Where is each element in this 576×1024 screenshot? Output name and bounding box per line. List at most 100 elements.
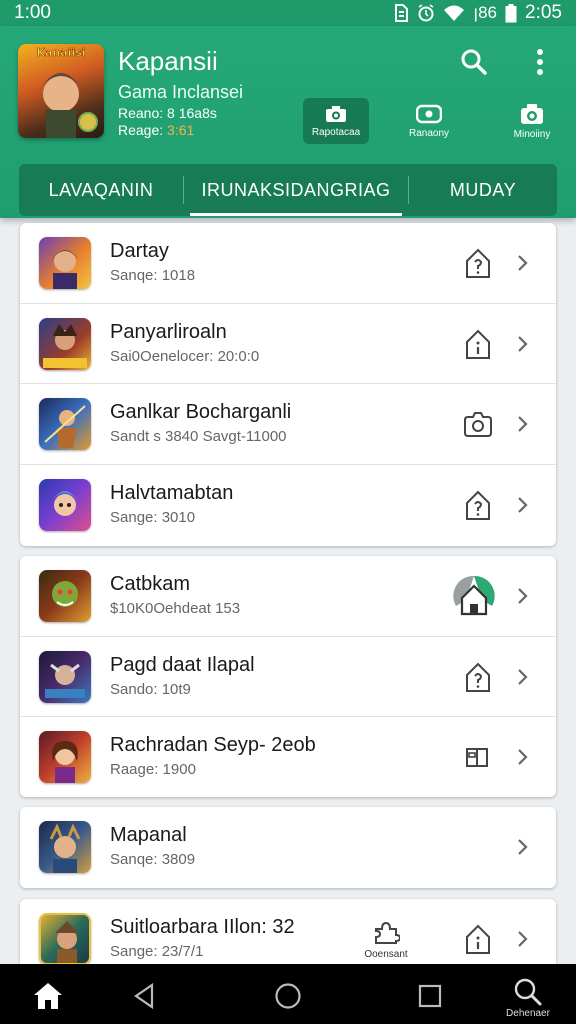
door-icon[interactable] [460,739,496,775]
app-subtitle: Gama Inclansei [118,82,244,102]
list-item[interactable]: Halvtamabtan Sange: 3010 [20,465,556,546]
list-item[interactable]: Mapanal Sanqe: 3809 [20,807,556,888]
game-thumbnail [39,913,91,964]
search-icon [461,49,487,75]
game-thumbnail [39,317,91,370]
house-badge-icon[interactable] [450,572,498,620]
character-icon [52,581,78,607]
list-item[interactable]: Rachradan Seyp- 2eob Raage: 1900 [20,717,556,797]
list-item[interactable]: Ganlkar Bocharganli Sandt s 3840 Savgt-1… [20,384,556,465]
app-meta-line1: Reano: 8 16a8s [118,105,217,121]
house-info-icon[interactable] [460,921,496,957]
chevron-right-icon[interactable] [512,493,532,517]
chevron-right-icon[interactable] [512,332,532,356]
character-icon [55,921,79,963]
back-triangle-icon [134,982,154,1010]
home-circle-nav-button[interactable] [268,976,308,1016]
meta2-label: Reage: [118,122,164,138]
action-label: Minoiiny [513,128,551,140]
app-meta-line2: Reage: 3:61 [118,122,194,138]
action-rapotacaa-button[interactable]: Rapotacaa [303,98,369,144]
battery-icon [505,3,517,22]
house-question-icon[interactable] [460,245,496,281]
row-subtitle: Sanqe: 1018 [110,267,196,284]
meta2-value: 3:61 [167,122,195,138]
more-vert-icon [537,49,543,75]
row-title: Dartay [110,240,169,262]
app-header: Kanaiisi Kapansii Gama Inclansei Reano: … [0,26,576,218]
row-title: Rachradan Seyp- 2eob [110,734,316,756]
cloud-action-button[interactable]: Ooensant [350,911,422,964]
list-item[interactable]: Catbkam $10K0Oehdeat 153 [20,556,556,637]
action-ranaony-button[interactable]: Ranaony [396,98,462,144]
house-question-icon[interactable] [460,487,496,523]
app-cover-art[interactable]: Kanaiisi [18,44,104,138]
character-icon [52,250,78,289]
row-subtitle: Sando: 10t9 [110,680,191,698]
house-info-icon[interactable] [460,326,496,362]
list-item[interactable]: Suitloarbara IIlon: 32 Sange: 23/7/1 Ooe… [20,899,556,964]
recents-nav-button[interactable] [410,976,450,1016]
game-card-group-3: Mapanal Sanqe: 3809 [20,807,556,888]
chevron-right-icon[interactable] [512,927,532,951]
puzzle-icon [375,921,400,944]
status-right-group: ꞁ86 2:05 [393,2,562,24]
back-nav-button[interactable] [124,976,164,1016]
row-title: Panyarliroaln [110,320,227,343]
list-item[interactable]: Panyarliroaln Sai0Oenelocer: 20:0:0 [20,304,556,384]
eye-icon [416,104,442,123]
row-title: Ganlkar Bocharganli [110,401,292,423]
search-icon [514,978,542,1006]
list-item[interactable]: Pagd daat Ilapal Sando: 10t9 [20,637,556,717]
app-title: Kapansii [118,46,218,76]
row-subtitle: Sange: 3010 [110,508,196,526]
search-button[interactable] [456,44,492,80]
tab-irunaksidangriag[interactable]: IRUNAKSIDANGRIAG [184,164,408,216]
status-time-left: 1:00 [14,2,51,23]
tab-bar: LAVAQANIN IRUNAKSIDANGRIAG MUDAY [19,164,557,216]
row-title: Mapanal [110,824,187,846]
chevron-right-icon[interactable] [512,251,532,275]
character-icon [43,323,87,368]
row-subtitle: Sandt s 3840 Savgt-11000 [110,428,287,445]
wifi-icon [444,5,465,21]
nav-search-label: Dehenaer [506,1008,550,1019]
action-minoiiny-button[interactable]: Minoiiny [499,98,565,144]
tab-muday[interactable]: MUDAY [409,164,557,216]
cover-logo: Kanaiisi [36,46,85,59]
list-item[interactable]: Dartay Sanqe: 1018 [20,223,556,304]
row-title: Catbkam [110,573,191,595]
house-question-icon[interactable] [460,659,496,695]
status-bar: 1:00 ꞁ86 2:05 [0,0,576,26]
alarm-icon [418,4,434,22]
action-label: Rapotacaa [311,126,361,138]
camera-gear-icon[interactable] [460,406,496,442]
tab-label: LAVAQANIN [48,179,154,200]
overflow-menu-button[interactable] [522,44,558,80]
system-nav-bar: Dehenaer [0,964,576,1024]
character-icon [51,490,79,516]
status-time-right: 2:05 [525,2,562,23]
home-nav-button[interactable] [28,976,68,1016]
search-nav-button[interactable] [508,972,548,1012]
action-label: Ranaony [408,127,450,139]
chevron-right-icon[interactable] [512,584,532,608]
game-thumbnail [39,478,91,531]
chevron-right-icon[interactable] [512,745,532,769]
game-thumbnail [39,570,91,622]
character-icon [45,663,85,698]
chevron-right-icon[interactable] [512,412,532,436]
tab-lavaqanin[interactable]: LAVAQANIN [19,164,183,216]
game-thumbnail [39,821,91,873]
game-card-group-4: Suitloarbara IIlon: 32 Sange: 23/7/1 Ooe… [20,899,556,964]
network-label: ꞁ86 [473,3,498,22]
recents-square-icon [418,984,442,1008]
chevron-right-icon[interactable] [512,665,532,689]
row-subtitle: $10K0Oehdeat 153 [110,600,241,617]
mid-label: Ooensant [364,948,408,960]
row-subtitle: Sange: 23/7/1 [110,943,204,960]
row-title: Halvtamabtan [110,481,234,504]
chevron-right-icon[interactable] [512,835,532,859]
character-icon [44,405,86,448]
row-title: Suitloarbara IIlon: 32 [110,916,295,938]
